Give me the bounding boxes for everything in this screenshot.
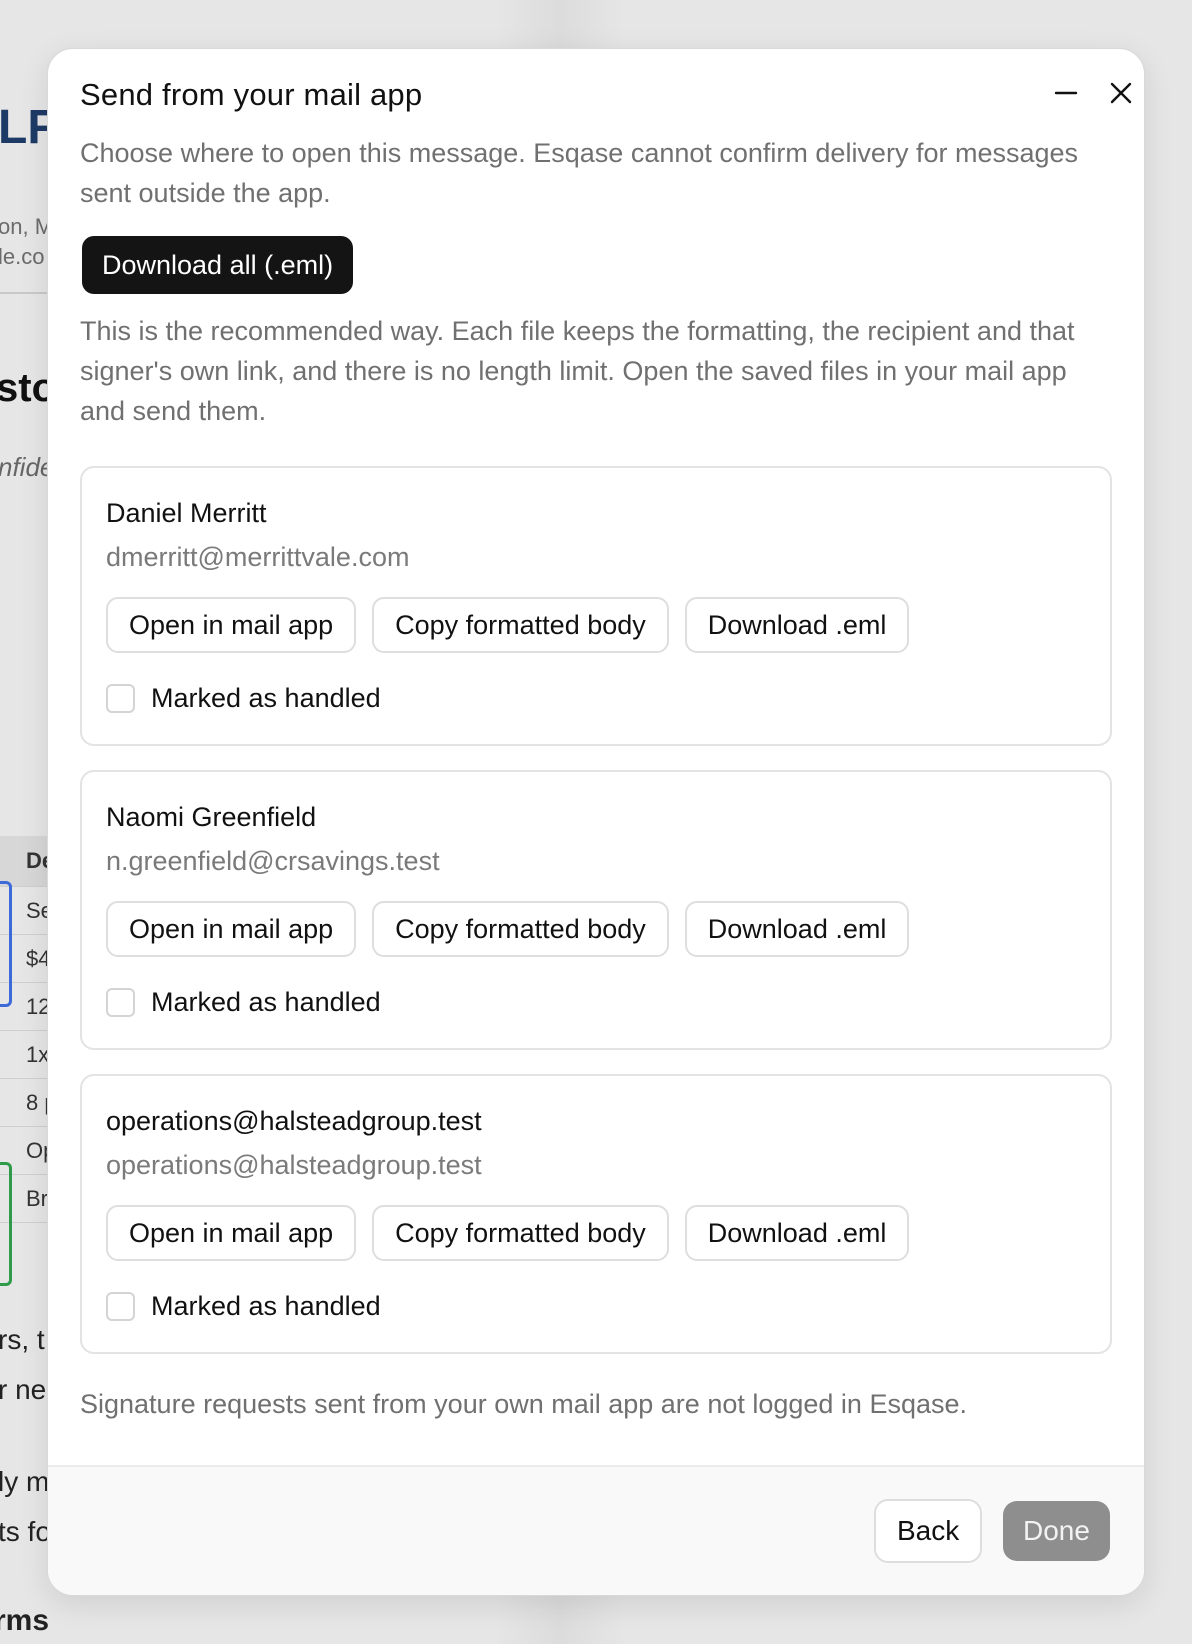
- minimize-button[interactable]: [1048, 75, 1084, 111]
- close-icon: [1110, 82, 1132, 104]
- recipient-name: Naomi Greenfield: [106, 802, 317, 832]
- download-all-button[interactable]: Download all (.eml): [82, 236, 354, 294]
- recipient-card: Daniel Merritt dmerritt@merrittvale.com …: [80, 466, 1112, 746]
- background-paragraph: ts fo: [0, 1516, 51, 1547]
- recommendation-text: This is the recommended way. Each file k…: [80, 316, 1075, 426]
- dialog-title: Send from your mail app: [80, 77, 423, 112]
- copy-formatted-body-button[interactable]: Copy formatted body: [372, 597, 669, 653]
- handled-label: Marked as handled: [151, 683, 381, 713]
- marked-as-handled-toggle[interactable]: Marked as handled: [106, 683, 381, 714]
- recipient-actions: Open in mail app Copy formatted body Dow…: [106, 597, 910, 653]
- recipient-actions: Open in mail app Copy formatted body Dow…: [106, 1205, 910, 1261]
- recipient-email: dmerritt@merrittvale.com: [106, 542, 410, 572]
- download-eml-button[interactable]: Download .eml: [684, 901, 910, 957]
- background-paragraph: rs, t: [0, 1324, 45, 1355]
- recipient-card: Naomi Greenfield n.greenfield@crsavings.…: [80, 770, 1112, 1050]
- download-eml-button[interactable]: Download .eml: [684, 1205, 910, 1261]
- dialog-body: Send from your mail app Choose where to …: [48, 49, 1144, 1467]
- recipient-email: n.greenfield@crsavings.test: [106, 846, 440, 876]
- recipient-email: operations@halsteadgroup.test: [106, 1150, 482, 1180]
- background-paragraph: ly m: [0, 1466, 50, 1497]
- open-in-mail-app-button[interactable]: Open in mail app: [106, 1205, 357, 1261]
- handled-checkbox[interactable]: [106, 684, 135, 713]
- handled-label: Marked as handled: [151, 987, 381, 1017]
- minus-icon: [1054, 91, 1078, 95]
- dialog-description: Choose where to open this message. Esqas…: [80, 138, 1079, 208]
- dialog-footer: Back Done: [48, 1465, 1144, 1595]
- open-in-mail-app-button[interactable]: Open in mail app: [106, 901, 357, 957]
- recipient-name: operations@halsteadgroup.test: [106, 1106, 482, 1136]
- open-in-mail-app-button[interactable]: Open in mail app: [106, 597, 357, 653]
- handled-checkbox[interactable]: [106, 988, 135, 1017]
- logging-footnote: Signature requests sent from your own ma…: [80, 1389, 968, 1419]
- copy-formatted-body-button[interactable]: Copy formatted body: [372, 901, 669, 957]
- back-button[interactable]: Back: [874, 1499, 983, 1563]
- background-subtitle-line: on, M: [0, 214, 54, 239]
- send-from-mail-app-dialog: Send from your mail app Choose where to …: [47, 48, 1145, 1596]
- recipient-actions: Open in mail app Copy formatted body Dow…: [106, 901, 910, 957]
- background-highlight-blue: [0, 881, 12, 1007]
- copy-formatted-body-button[interactable]: Copy formatted body: [372, 1205, 669, 1261]
- handled-checkbox[interactable]: [106, 1292, 135, 1321]
- recipient-list: Daniel Merritt dmerritt@merrittvale.com …: [80, 466, 1112, 1378]
- marked-as-handled-toggle[interactable]: Marked as handled: [106, 987, 381, 1018]
- done-button[interactable]: Done: [1003, 1501, 1110, 1561]
- recipient-name: Daniel Merritt: [106, 498, 267, 528]
- background-subtitle-line: le.co: [0, 244, 45, 269]
- background-highlight-green: [0, 1162, 12, 1286]
- close-button[interactable]: [1103, 75, 1139, 111]
- marked-as-handled-toggle[interactable]: Marked as handled: [106, 1291, 381, 1322]
- background-section-heading: rms: [0, 1604, 50, 1637]
- background-paragraph: r ne: [0, 1374, 47, 1405]
- download-eml-button[interactable]: Download .eml: [684, 597, 910, 653]
- handled-label: Marked as handled: [151, 1291, 381, 1321]
- recipient-card: operations@halsteadgroup.test operations…: [80, 1074, 1112, 1354]
